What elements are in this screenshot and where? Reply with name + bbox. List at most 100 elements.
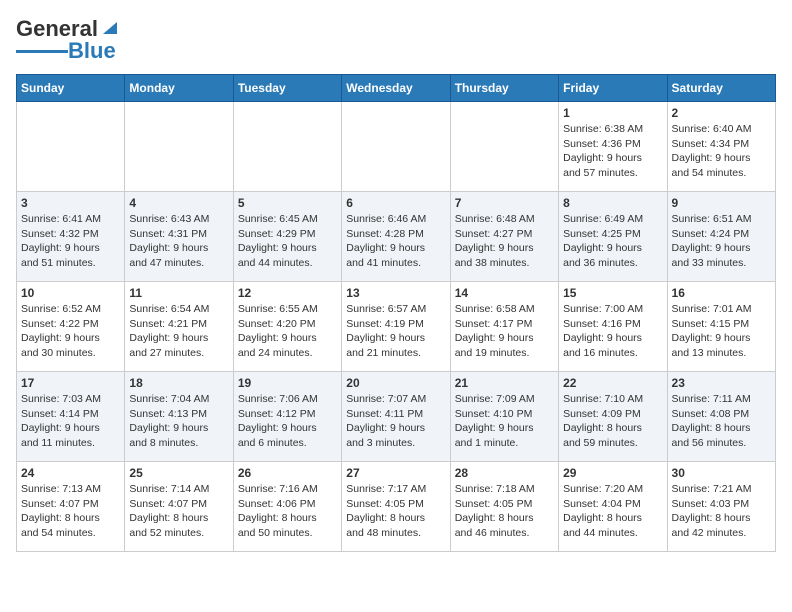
- calendar-week-2: 10 Sunrise: 6:52 AM Sunset: 4:22 PM Dayli…: [17, 282, 776, 372]
- calendar-cell: 16Sunrise: 7:01 AM Sunset: 4:15 PM Dayli…: [667, 282, 775, 372]
- day-info: Sunrise: 6:43 AM Sunset: 4:31 PM Dayligh…: [129, 212, 228, 271]
- calendar-cell: 13Sunrise: 6:57 AM Sunset: 4:19 PM Dayli…: [342, 282, 450, 372]
- calendar-cell: 22 Sunrise: 7:10 AM Sunset: 4:09 PM Dayli…: [559, 372, 667, 462]
- day-info: Sunrise: 6:38 AM Sunset: 4:36 PM Dayligh…: [563, 122, 662, 181]
- day-number: 5: [238, 196, 337, 210]
- calendar-cell: [342, 102, 450, 192]
- calendar-cell: 17 Sunrise: 7:03 AM Sunset: 4:14 PM Dayli…: [17, 372, 125, 462]
- header-wednesday: Wednesday: [342, 75, 450, 102]
- day-info: Sunrise: 6:45 AM Sunset: 4:29 PM Dayligh…: [238, 212, 337, 271]
- day-number: 3: [21, 196, 120, 210]
- day-info: Sunrise: 7:13 AM Sunset: 4:07 PM Dayligh…: [21, 482, 120, 541]
- calendar-cell: 9Sunrise: 6:51 AM Sunset: 4:24 PM Daylig…: [667, 192, 775, 282]
- day-info: Sunrise: 6:49 AM Sunset: 4:25 PM Dayligh…: [563, 212, 662, 271]
- calendar-cell: 21 Sunrise: 7:09 AM Sunset: 4:10 PM Dayli…: [450, 372, 558, 462]
- calendar-cell: [450, 102, 558, 192]
- day-number: 15: [563, 286, 662, 300]
- day-info: Sunrise: 7:14 AM Sunset: 4:07 PM Dayligh…: [129, 482, 228, 541]
- day-info: Sunrise: 7:07 AM Sunset: 4:11 PM Dayligh…: [346, 392, 445, 451]
- calendar-cell: 6Sunrise: 6:46 AM Sunset: 4:28 PM Daylig…: [342, 192, 450, 282]
- day-number: 11: [129, 286, 228, 300]
- calendar-cell: 18 Sunrise: 7:04 AM Sunset: 4:13 PM Dayli…: [125, 372, 233, 462]
- header-monday: Monday: [125, 75, 233, 102]
- calendar-week-3: 17 Sunrise: 7:03 AM Sunset: 4:14 PM Dayli…: [17, 372, 776, 462]
- day-info: Sunrise: 7:04 AM Sunset: 4:13 PM Dayligh…: [129, 392, 228, 451]
- day-number: 12: [238, 286, 337, 300]
- day-number: 7: [455, 196, 554, 210]
- day-number: 22: [563, 376, 662, 390]
- calendar-cell: 1 Sunrise: 6:38 AM Sunset: 4:36 PM Daylig…: [559, 102, 667, 192]
- day-info: Sunrise: 6:52 AM Sunset: 4:22 PM Dayligh…: [21, 302, 120, 361]
- day-info: Sunrise: 7:16 AM Sunset: 4:06 PM Dayligh…: [238, 482, 337, 541]
- day-number: 27: [346, 466, 445, 480]
- logo: General Blue: [16, 16, 117, 64]
- day-info: Sunrise: 7:21 AM Sunset: 4:03 PM Dayligh…: [672, 482, 771, 541]
- day-info: Sunrise: 6:41 AM Sunset: 4:32 PM Dayligh…: [21, 212, 120, 271]
- day-info: Sunrise: 7:01 AM Sunset: 4:15 PM Dayligh…: [672, 302, 771, 361]
- header-sunday: Sunday: [17, 75, 125, 102]
- day-number: 20: [346, 376, 445, 390]
- day-info: Sunrise: 7:20 AM Sunset: 4:04 PM Dayligh…: [563, 482, 662, 541]
- day-number: 21: [455, 376, 554, 390]
- calendar-cell: 30 Sunrise: 7:21 AM Sunset: 4:03 PM Dayli…: [667, 462, 775, 552]
- day-info: Sunrise: 7:17 AM Sunset: 4:05 PM Dayligh…: [346, 482, 445, 541]
- header-friday: Friday: [559, 75, 667, 102]
- day-number: 14: [455, 286, 554, 300]
- day-info: Sunrise: 6:40 AM Sunset: 4:34 PM Dayligh…: [672, 122, 771, 181]
- day-info: Sunrise: 7:03 AM Sunset: 4:14 PM Dayligh…: [21, 392, 120, 451]
- calendar-cell: 14 Sunrise: 6:58 AM Sunset: 4:17 PM Dayli…: [450, 282, 558, 372]
- day-number: 1: [563, 106, 662, 120]
- day-number: 24: [21, 466, 120, 480]
- calendar-cell: 11 Sunrise: 6:54 AM Sunset: 4:21 PM Dayli…: [125, 282, 233, 372]
- day-info: Sunrise: 7:11 AM Sunset: 4:08 PM Dayligh…: [672, 392, 771, 451]
- day-info: Sunrise: 7:10 AM Sunset: 4:09 PM Dayligh…: [563, 392, 662, 451]
- calendar-cell: 15Sunrise: 7:00 AM Sunset: 4:16 PM Dayli…: [559, 282, 667, 372]
- calendar-cell: 8Sunrise: 6:49 AM Sunset: 4:25 PM Daylig…: [559, 192, 667, 282]
- day-info: Sunrise: 6:46 AM Sunset: 4:28 PM Dayligh…: [346, 212, 445, 271]
- calendar-cell: [17, 102, 125, 192]
- day-info: Sunrise: 6:58 AM Sunset: 4:17 PM Dayligh…: [455, 302, 554, 361]
- calendar-cell: 28 Sunrise: 7:18 AM Sunset: 4:05 PM Dayli…: [450, 462, 558, 552]
- day-info: Sunrise: 6:54 AM Sunset: 4:21 PM Dayligh…: [129, 302, 228, 361]
- day-number: 2: [672, 106, 771, 120]
- calendar-week-4: 24 Sunrise: 7:13 AM Sunset: 4:07 PM Dayli…: [17, 462, 776, 552]
- calendar-cell: 23Sunrise: 7:11 AM Sunset: 4:08 PM Dayli…: [667, 372, 775, 462]
- day-number: 17: [21, 376, 120, 390]
- day-number: 26: [238, 466, 337, 480]
- calendar-cell: 2 Sunrise: 6:40 AM Sunset: 4:34 PM Daylig…: [667, 102, 775, 192]
- day-number: 19: [238, 376, 337, 390]
- day-info: Sunrise: 7:18 AM Sunset: 4:05 PM Dayligh…: [455, 482, 554, 541]
- day-info: Sunrise: 6:51 AM Sunset: 4:24 PM Dayligh…: [672, 212, 771, 271]
- header-thursday: Thursday: [450, 75, 558, 102]
- calendar-cell: [233, 102, 341, 192]
- header-saturday: Saturday: [667, 75, 775, 102]
- calendar-cell: 10 Sunrise: 6:52 AM Sunset: 4:22 PM Dayli…: [17, 282, 125, 372]
- header-tuesday: Tuesday: [233, 75, 341, 102]
- day-number: 28: [455, 466, 554, 480]
- calendar-week-1: 3 Sunrise: 6:41 AM Sunset: 4:32 PM Daylig…: [17, 192, 776, 282]
- calendar-table: SundayMondayTuesdayWednesdayThursdayFrid…: [16, 74, 776, 552]
- calendar-cell: 26 Sunrise: 7:16 AM Sunset: 4:06 PM Dayli…: [233, 462, 341, 552]
- day-number: 10: [21, 286, 120, 300]
- day-info: Sunrise: 7:09 AM Sunset: 4:10 PM Dayligh…: [455, 392, 554, 451]
- day-info: Sunrise: 7:06 AM Sunset: 4:12 PM Dayligh…: [238, 392, 337, 451]
- calendar-cell: 25Sunrise: 7:14 AM Sunset: 4:07 PM Dayli…: [125, 462, 233, 552]
- calendar-cell: 20 Sunrise: 7:07 AM Sunset: 4:11 PM Dayli…: [342, 372, 450, 462]
- logo-underline: [16, 50, 68, 53]
- calendar-cell: 7 Sunrise: 6:48 AM Sunset: 4:27 PM Daylig…: [450, 192, 558, 282]
- calendar-header: SundayMondayTuesdayWednesdayThursdayFrid…: [17, 75, 776, 102]
- header-row: SundayMondayTuesdayWednesdayThursdayFrid…: [17, 75, 776, 102]
- calendar-cell: [125, 102, 233, 192]
- day-info: Sunrise: 6:48 AM Sunset: 4:27 PM Dayligh…: [455, 212, 554, 271]
- calendar-cell: 5 Sunrise: 6:45 AM Sunset: 4:29 PM Daylig…: [233, 192, 341, 282]
- day-number: 30: [672, 466, 771, 480]
- calendar-cell: 27 Sunrise: 7:17 AM Sunset: 4:05 PM Dayli…: [342, 462, 450, 552]
- day-info: Sunrise: 6:57 AM Sunset: 4:19 PM Dayligh…: [346, 302, 445, 361]
- day-number: 18: [129, 376, 228, 390]
- calendar-week-0: 1 Sunrise: 6:38 AM Sunset: 4:36 PM Daylig…: [17, 102, 776, 192]
- day-number: 4: [129, 196, 228, 210]
- logo-triangle-icon: [99, 18, 117, 36]
- logo-blue: Blue: [68, 38, 116, 64]
- calendar-cell: 12Sunrise: 6:55 AM Sunset: 4:20 PM Dayli…: [233, 282, 341, 372]
- calendar-cell: 24 Sunrise: 7:13 AM Sunset: 4:07 PM Dayli…: [17, 462, 125, 552]
